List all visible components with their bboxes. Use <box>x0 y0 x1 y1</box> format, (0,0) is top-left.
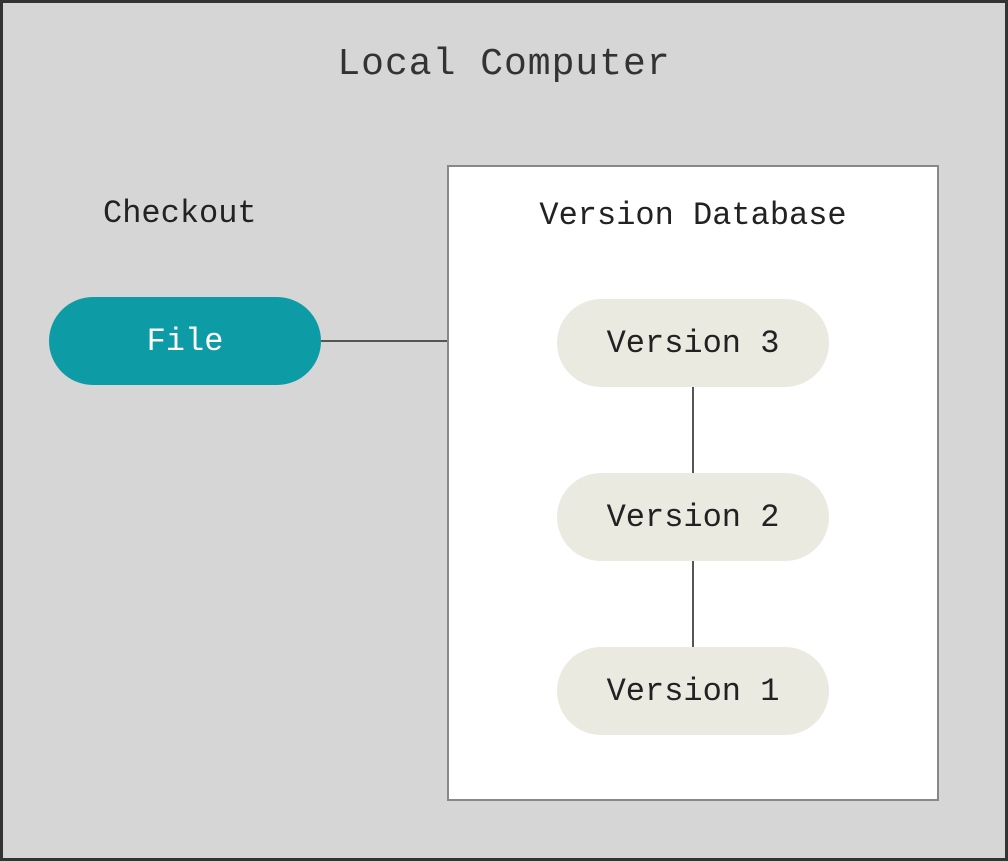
version-database-box: Version Database Version 3 Version 2 Ver… <box>447 165 939 801</box>
version-2-node: Version 2 <box>557 473 829 561</box>
file-node-label: File <box>147 323 224 360</box>
local-computer-container: Local Computer Checkout File Version Dat… <box>0 0 1008 861</box>
diagram-title: Local Computer <box>337 43 670 86</box>
version-database-title: Version Database <box>539 197 846 234</box>
version-3-node: Version 3 <box>557 299 829 387</box>
version-1-label: Version 1 <box>607 673 780 710</box>
version-2-label: Version 2 <box>607 499 780 536</box>
file-node: File <box>49 297 321 385</box>
checkout-label: Checkout <box>103 195 257 232</box>
version-3-label: Version 3 <box>607 325 780 362</box>
connector-v3-to-v2 <box>692 387 694 473</box>
connector-v2-to-v1 <box>692 561 694 647</box>
version-1-node: Version 1 <box>557 647 829 735</box>
